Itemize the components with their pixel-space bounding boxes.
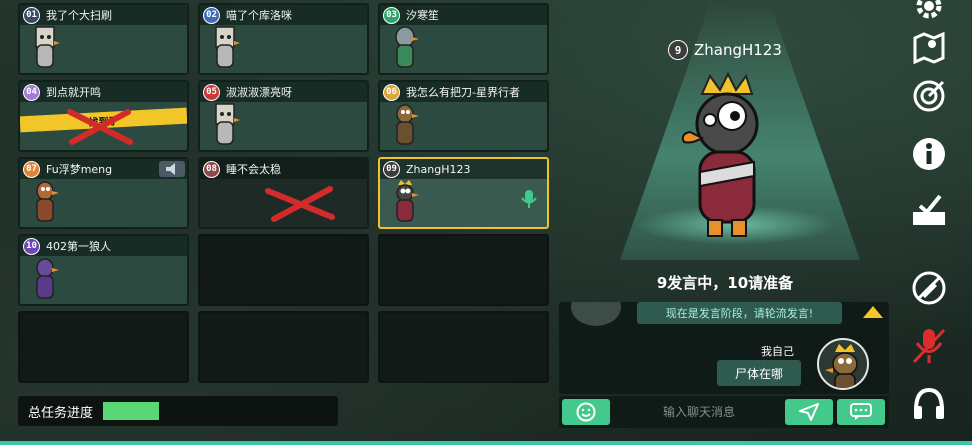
empty-slot bbox=[18, 311, 189, 383]
player-name: 汐寒笙 bbox=[406, 9, 439, 22]
paper-bag-goose-icon bbox=[215, 26, 240, 68]
info-button[interactable] bbox=[906, 134, 952, 174]
player-number: 06 bbox=[383, 83, 400, 101]
orange-goose-icon bbox=[36, 181, 59, 222]
chat-input[interactable] bbox=[619, 399, 779, 425]
player-number: 08 bbox=[203, 160, 220, 178]
avatar bbox=[571, 302, 621, 326]
vote-box-icon bbox=[913, 194, 945, 225]
player-card-header: 06 我怎么有把刀-星界行者 bbox=[380, 82, 547, 102]
brown-goose-icon bbox=[396, 104, 419, 145]
system-message: 现在是发言阶段，请轮流发言! bbox=[637, 302, 842, 324]
purple-goose-icon bbox=[36, 258, 59, 299]
player-number: 02 bbox=[203, 6, 220, 24]
player-number: 05 bbox=[203, 83, 220, 101]
player-card-07[interactable]: 07 Fu浮梦meng bbox=[18, 157, 189, 229]
target-button[interactable] bbox=[906, 76, 952, 116]
info-icon bbox=[913, 138, 945, 170]
quick-message-button[interactable] bbox=[837, 399, 885, 425]
paper-bag-goose-icon bbox=[215, 103, 240, 145]
player-name: 喵了个库洛咪 bbox=[226, 9, 292, 22]
task-progress-label: 总任务进度 bbox=[28, 405, 94, 421]
player-name: 淑淑淑漂亮呀 bbox=[226, 86, 292, 99]
empty-slot bbox=[198, 234, 369, 306]
empty-slot bbox=[378, 234, 549, 306]
player-name: 402第一狼人 bbox=[46, 240, 111, 253]
speaker-number: 9 bbox=[668, 40, 688, 60]
player-card-06[interactable]: 06 我怎么有把刀-星界行者 bbox=[378, 80, 549, 152]
speaker-name: ZhangH123 bbox=[694, 41, 782, 59]
player-number: 03 bbox=[383, 6, 400, 24]
map-button[interactable] bbox=[906, 27, 952, 67]
dead-x-icon bbox=[67, 109, 133, 145]
player-name: 到点就开鸣 bbox=[46, 86, 101, 99]
chat-panel[interactable]: 现在是发言阶段，请轮流发言! 我自己 尸体在哪 bbox=[559, 302, 889, 394]
chat-scroll-up-button[interactable] bbox=[863, 306, 883, 318]
player-grid: 01 我了个大扫刷 02 喵了个库洛咪 03 汐寒笙 04 到点就开鸣 05 淑… bbox=[18, 3, 549, 383]
player-card-header: 03 汐寒笙 bbox=[380, 5, 547, 25]
player-card-header: 04 到点就开鸣 bbox=[20, 82, 187, 102]
audio-button[interactable] bbox=[906, 384, 952, 424]
mic-muted-icon bbox=[912, 328, 946, 364]
smile-icon bbox=[576, 402, 596, 422]
my-label: 我自己 bbox=[761, 345, 794, 358]
player-name: ZhangH123 bbox=[406, 162, 471, 176]
bottom-strip bbox=[0, 441, 972, 445]
player-card-09[interactable]: 09 ZhangH123 bbox=[378, 157, 549, 229]
mic-icon bbox=[521, 190, 537, 208]
task-progress-fill bbox=[103, 402, 160, 420]
player-card-02[interactable]: 02 喵了个库洛咪 bbox=[198, 3, 369, 75]
player-card-08[interactable]: 08 睡不会太稳 bbox=[198, 157, 369, 229]
player-card-header: 05 淑淑淑漂亮呀 bbox=[200, 82, 367, 102]
no-skill-icon bbox=[912, 271, 946, 305]
emoji-button[interactable] bbox=[562, 399, 610, 425]
speaking-goose-icon bbox=[681, 72, 759, 237]
player-number: 07 bbox=[23, 160, 40, 178]
player-card-01[interactable]: 01 我了个大扫刷 bbox=[18, 3, 189, 75]
dead-x-icon bbox=[265, 186, 335, 222]
empty-slot bbox=[198, 311, 369, 383]
player-card-header: 02 喵了个库洛咪 bbox=[200, 5, 367, 25]
player-number: 01 bbox=[23, 6, 40, 24]
helmet-goose-icon bbox=[395, 26, 419, 68]
player-number: 04 bbox=[23, 83, 40, 101]
task-progress-bar bbox=[103, 402, 304, 420]
map-icon bbox=[913, 31, 945, 64]
send-icon bbox=[799, 403, 819, 421]
player-name: 我了个大扫刷 bbox=[46, 9, 112, 22]
chat-input-bar bbox=[559, 396, 889, 428]
player-name: 睡不会太稳 bbox=[226, 163, 281, 176]
player-card-03[interactable]: 03 汐寒笙 bbox=[378, 3, 549, 75]
mic-toggle-button[interactable] bbox=[906, 326, 952, 366]
player-card-header: 09 ZhangH123 bbox=[380, 159, 547, 179]
gear-icon bbox=[916, 0, 942, 19]
king-goose-icon bbox=[396, 180, 419, 222]
player-name: Fu浮梦meng bbox=[46, 163, 113, 176]
target-icon bbox=[913, 80, 945, 112]
skill-button[interactable] bbox=[906, 268, 952, 308]
vote-button[interactable] bbox=[906, 190, 952, 230]
king-goose-icon bbox=[825, 344, 858, 388]
settings-button[interactable] bbox=[906, 0, 952, 26]
player-card-10[interactable]: 10 402第一狼人 bbox=[18, 234, 189, 306]
task-progress: 总任务进度 bbox=[18, 396, 338, 426]
empty-slot bbox=[378, 311, 549, 383]
avatar bbox=[817, 338, 869, 390]
player-card-header: 01 我了个大扫刷 bbox=[20, 5, 187, 25]
player-card-05[interactable]: 05 淑淑淑漂亮呀 bbox=[198, 80, 369, 152]
player-number: 10 bbox=[23, 237, 40, 255]
chat-bubble-icon bbox=[850, 403, 872, 420]
speaking-status: 9发言中，10请准备 bbox=[656, 274, 794, 292]
speaker-icon bbox=[159, 161, 185, 177]
current-speaker: 9 ZhangH123 bbox=[668, 40, 782, 60]
player-card-04[interactable]: 04 到点就开鸣 找到了 bbox=[18, 80, 189, 152]
player-number: 09 bbox=[383, 160, 400, 178]
headphones-icon bbox=[914, 387, 944, 419]
paper-bag-goose-icon bbox=[35, 26, 60, 68]
send-button[interactable] bbox=[785, 399, 833, 425]
player-name: 我怎么有把刀-星界行者 bbox=[406, 86, 520, 99]
player-card-header: 08 睡不会太稳 bbox=[200, 159, 367, 179]
player-card-header: 10 402第一狼人 bbox=[20, 236, 187, 256]
my-message: 尸体在哪 bbox=[717, 360, 801, 386]
